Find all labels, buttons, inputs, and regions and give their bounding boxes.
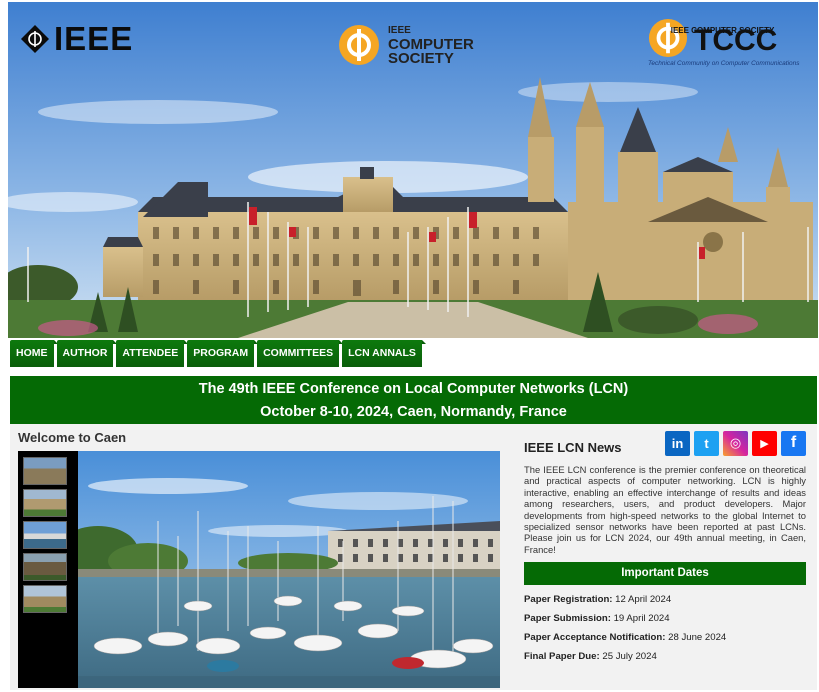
date-value: 19 April 2024 xyxy=(613,613,670,625)
twitter-icon[interactable]: t xyxy=(694,430,719,456)
twitter-glyph: t xyxy=(704,435,709,451)
computer-society-icon xyxy=(339,25,379,65)
tccc-icon xyxy=(648,18,688,58)
social-links: in t ◎ ▶ f xyxy=(665,430,806,456)
youtube-icon[interactable]: ▶ xyxy=(752,430,777,456)
conference-dates-location: October 8-10, 2024, Caen, Normandy, Fran… xyxy=(260,404,567,420)
conference-title: The 49th IEEE Conference on Local Comput… xyxy=(198,381,629,397)
gallery-thumbnail[interactable] xyxy=(23,489,67,517)
gallery-thumbnail[interactable] xyxy=(23,457,67,485)
date-label: Paper Registration: xyxy=(524,594,613,606)
conference-title-bar: The 49th IEEE Conference on Local Comput… xyxy=(10,376,817,424)
date-item: Final Paper Due: 25 July 2024 xyxy=(524,647,806,666)
photo-gallery xyxy=(18,451,500,688)
date-label: Paper Acceptance Notification: xyxy=(524,632,666,644)
date-item: Paper Submission: 19 April 2024 xyxy=(524,609,806,628)
important-dates-list: Paper Registration: 12 April 2024 Paper … xyxy=(524,590,806,666)
news-panel: IEEE LCN News in t ◎ ▶ f The IEEE LCN co… xyxy=(524,426,806,666)
tccc-logo[interactable]: IEEE COMPUTER SOCIETY TCCC Technical Com… xyxy=(648,18,800,67)
tccc-society-text: IEEE COMPUTER SOCIETY xyxy=(670,26,775,35)
instagram-icon[interactable]: ◎ xyxy=(723,430,748,456)
ieee-logo[interactable]: IEEE xyxy=(20,20,133,58)
gallery-main-photo[interactable] xyxy=(78,451,500,688)
marina-photo xyxy=(78,451,500,688)
facebook-icon[interactable]: f xyxy=(781,430,806,456)
youtube-glyph: ▶ xyxy=(760,437,769,450)
main-nav: HOME AUTHOR ATTENDEE PROGRAM COMMITTEES … xyxy=(10,340,426,367)
date-value: 25 July 2024 xyxy=(602,651,657,663)
date-item: Paper Registration: 12 April 2024 xyxy=(524,590,806,609)
cs-logo-line3: SOCIETY xyxy=(388,50,454,67)
news-body: The IEEE LCN conference is the premier c… xyxy=(524,464,806,555)
gallery-thumbnails xyxy=(23,457,69,613)
facebook-glyph: f xyxy=(790,434,797,451)
nav-lcn-annals[interactable]: LCN ANNALS xyxy=(342,340,426,367)
computer-society-logo[interactable]: IEEE COMPUTER SOCIETY xyxy=(338,24,474,66)
nav-home[interactable]: HOME xyxy=(10,340,57,367)
instagram-glyph: ◎ xyxy=(729,435,742,450)
news-title: IEEE LCN News xyxy=(524,439,622,455)
ieee-logo-text: IEEE xyxy=(54,20,134,57)
linkedin-glyph: in xyxy=(671,435,684,451)
date-value: 12 April 2024 xyxy=(615,594,672,606)
date-label: Final Paper Due: xyxy=(524,651,600,663)
important-dates-heading: Important Dates xyxy=(524,562,806,586)
nav-attendee[interactable]: ATTENDEE xyxy=(116,340,189,367)
hero-banner: IEEE IEEE COMPUTER SOCIETY IEEE COMPUTER… xyxy=(8,2,818,338)
linkedin-icon[interactable]: in xyxy=(665,430,690,456)
gallery-thumbnail[interactable] xyxy=(23,585,67,613)
gallery-thumbnail[interactable] xyxy=(23,553,67,581)
main-content: Welcome to Caen IEEE LCN News in t ◎ ▶ f… xyxy=(10,424,817,690)
ieee-diamond-icon xyxy=(21,25,49,53)
nav-committees[interactable]: COMMITTEES xyxy=(257,340,344,367)
date-value: 28 June 2024 xyxy=(668,632,727,644)
nav-author[interactable]: AUTHOR xyxy=(56,340,118,367)
date-item: Paper Acceptance Notification: 28 June 2… xyxy=(524,628,806,647)
tccc-subtitle: Technical Community on Computer Communic… xyxy=(648,60,800,67)
welcome-heading: Welcome to Caen xyxy=(18,430,127,445)
nav-program[interactable]: PROGRAM xyxy=(187,340,258,367)
gallery-thumbnail[interactable] xyxy=(23,521,67,549)
date-label: Paper Submission: xyxy=(524,613,611,625)
